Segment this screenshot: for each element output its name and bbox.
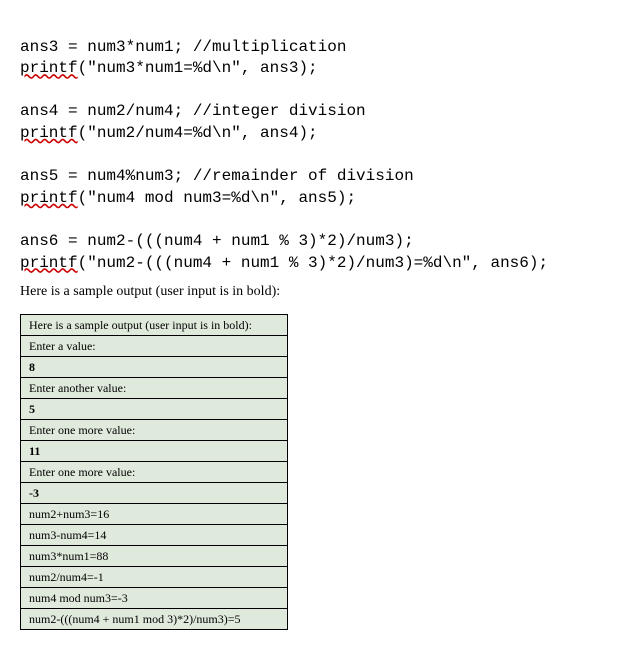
- output-header: Here is a sample output (user input is i…: [21, 315, 288, 336]
- code-block: ans3 = num3*num1; //multiplication print…: [20, 15, 615, 274]
- output-row: Enter one more value:: [21, 420, 288, 441]
- output-row: 5: [21, 399, 288, 420]
- code-line: ("num4 mod num3=%d\n", ans5);: [78, 189, 356, 207]
- code-comment: //multiplication: [193, 38, 347, 56]
- code-line: ("num3*num1=%d\n", ans3);: [78, 59, 318, 77]
- code-printf: printf: [20, 189, 78, 207]
- code-line: ans6 = num2-(((num4 + num1 % 3)*2)/num3)…: [20, 232, 414, 250]
- output-row: Enter another value:: [21, 378, 288, 399]
- output-row: num2-(((num4 + num1 mod 3)*2)/num3)=5: [21, 609, 288, 630]
- output-row: num3-num4=14: [21, 525, 288, 546]
- code-comment: //remainder of division: [193, 167, 414, 185]
- output-row: Enter one more value:: [21, 462, 288, 483]
- output-row: 8: [21, 357, 288, 378]
- code-line: ans4 = num2/num4;: [20, 102, 193, 120]
- code-line: ("num2/num4=%d\n", ans4);: [78, 124, 318, 142]
- code-printf: printf: [20, 124, 78, 142]
- output-row: 11: [21, 441, 288, 462]
- code-line: ans3 = num3*num1;: [20, 38, 193, 56]
- output-table: Here is a sample output (user input is i…: [20, 314, 288, 630]
- output-row: num2/num4=-1: [21, 567, 288, 588]
- paragraph: Here is a sample output (user input is i…: [20, 284, 615, 300]
- output-row: -3: [21, 483, 288, 504]
- code-line: ans5 = num4%num3;: [20, 167, 193, 185]
- code-printf: printf: [20, 254, 78, 272]
- output-row: num4 mod num3=-3: [21, 588, 288, 609]
- output-row: Enter a value:: [21, 336, 288, 357]
- output-row: num2+num3=16: [21, 504, 288, 525]
- output-row: num3*num1=88: [21, 546, 288, 567]
- code-printf: printf: [20, 59, 78, 77]
- code-line: ("num2-(((num4 + num1 % 3)*2)/num3)=%d\n…: [78, 254, 548, 272]
- code-comment: //integer division: [193, 102, 366, 120]
